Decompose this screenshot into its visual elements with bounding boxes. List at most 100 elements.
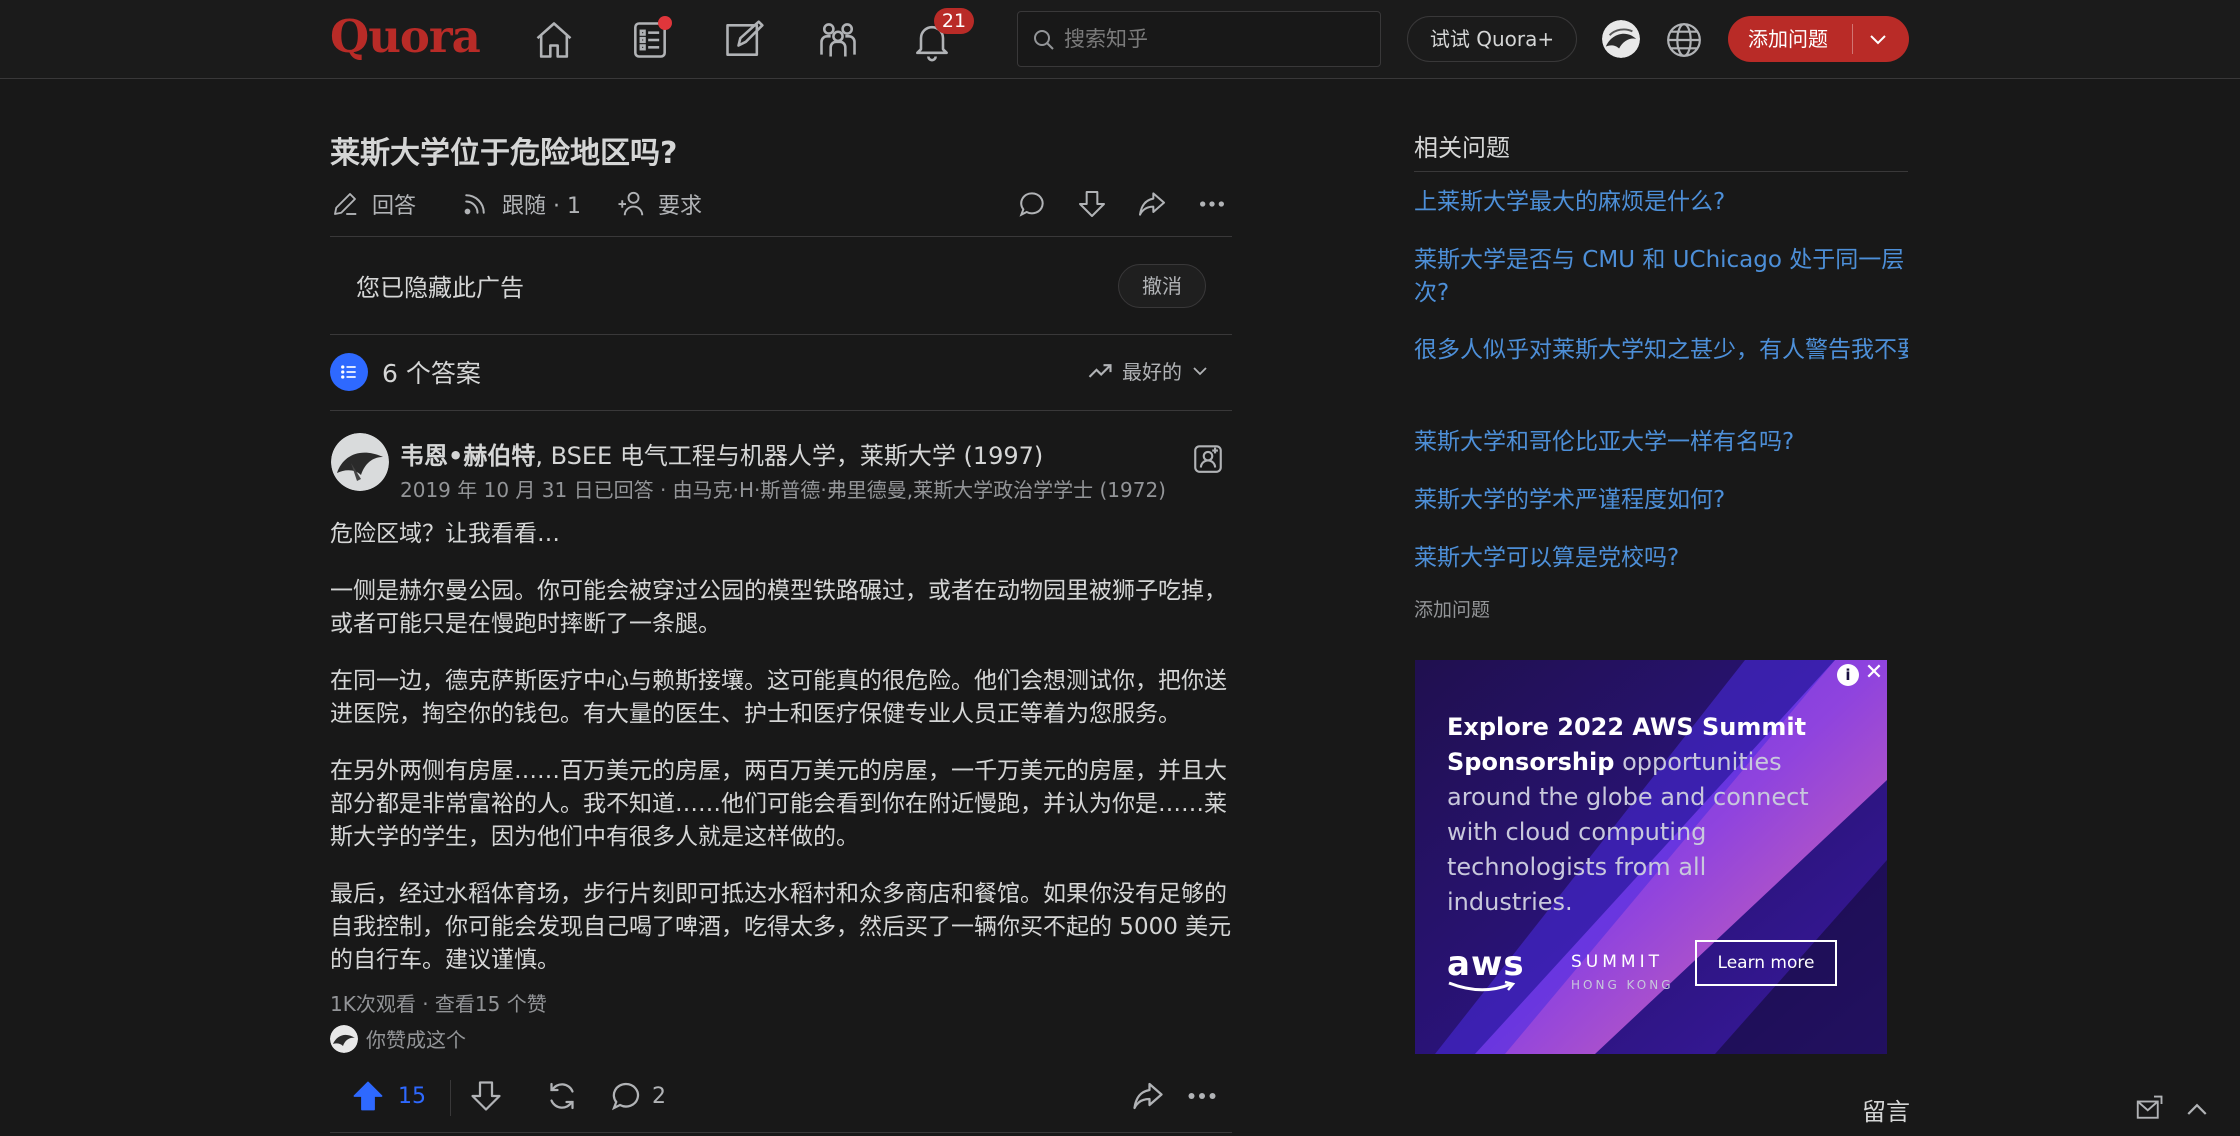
unread-dot <box>658 16 672 30</box>
divider <box>330 236 1232 237</box>
add-question-label: 添加问题 <box>1748 27 1828 51</box>
language-globe-icon[interactable] <box>1664 20 1704 60</box>
search-box[interactable] <box>1017 11 1381 67</box>
comment-icon <box>611 1082 640 1111</box>
follow-label: 跟随 · 1 <box>502 194 581 219</box>
message-label[interactable]: 留言 <box>1862 1092 1910 1127</box>
more-options-icon[interactable] <box>1196 188 1228 220</box>
repost-icon <box>550 1082 574 1110</box>
learn-more-button[interactable]: Learn more <box>1695 940 1837 986</box>
pencil-icon <box>334 193 357 215</box>
quora-logo[interactable]: Quora <box>330 10 481 63</box>
share-icon <box>1133 1082 1163 1110</box>
related-questions-title: 相关问题 <box>1414 134 1510 162</box>
related-question-link[interactable]: 莱斯大学的学术严谨程度如何? <box>1414 484 1908 517</box>
answer-stats[interactable]: 1K次观看 · 查看15 个赞 <box>330 988 547 1017</box>
aws-ad-banner[interactable]: Explore 2022 AWS Summit Sponsorship oppo… <box>1415 660 1887 1054</box>
answer-body: 危险区域？让我看看… 一侧是赫尔曼公园。你可能会被穿过公园的模型铁路碾过，或者在… <box>330 518 1236 1001</box>
list-icon <box>330 353 368 391</box>
upvoted-label: 你赞成这个 <box>366 1028 466 1052</box>
question-actions: 回答 跟随 · 1 要求 <box>330 186 1232 226</box>
aws-summit-logo: aws SUMMIT HONG KONG <box>1447 944 1671 994</box>
answer-paragraph: 最后，经过水稻体育场，步行片刻即可抵达水稻村和众多商店和餐馆。如果你没有足够的自… <box>330 881 1232 973</box>
follow-author-icon[interactable] <box>1191 442 1225 476</box>
ad-hidden-notice: 您已隐藏此广告 <box>356 274 524 302</box>
spaces-icon[interactable] <box>814 16 862 64</box>
home-icon[interactable] <box>530 16 578 64</box>
user-avatar[interactable] <box>1602 20 1640 58</box>
vote-separator <box>450 1080 451 1116</box>
divider <box>330 334 1232 335</box>
comment-count: 2 <box>652 1083 666 1109</box>
divider <box>330 410 1232 411</box>
request-person-icon <box>618 191 644 216</box>
search-icon <box>1034 30 1054 50</box>
follow-button[interactable]: 跟随 · 1 <box>460 186 581 222</box>
answer-icon[interactable] <box>720 16 768 64</box>
answer-vote-bar: 15 2 <box>330 1074 1232 1120</box>
ad-location-text: HONG KONG <box>1571 978 1674 992</box>
ad-headline: Explore 2022 AWS Summit Sponsorship oppo… <box>1447 710 1827 920</box>
downvote-arrow-icon <box>471 1081 501 1111</box>
author-line: 韦恩•赫伯特, BSEE 电气工程与机器人学，莱斯大学 (1997) <box>400 436 1043 471</box>
answer-paragraph: 在同一边，德克萨斯医疗中心与赖斯接壤。这可能真的很危险。他们会想测试你，把你送进… <box>330 668 1227 727</box>
bell-icon[interactable]: 21 <box>908 8 974 64</box>
related-question-link[interactable]: 上莱斯大学最大的麻烦是什么? <box>1414 186 1908 219</box>
button-separator <box>1852 24 1853 54</box>
aws-logo-text: aws <box>1447 944 1525 984</box>
related-question-link[interactable]: 莱斯大学和哥伦比亚大学一样有名吗? <box>1414 426 1908 459</box>
answer-paragraph: 危险区域？让我看看… <box>330 521 560 547</box>
question-title[interactable]: 莱斯大学位于危险地区吗? <box>330 128 677 172</box>
author-name[interactable]: 韦恩•赫伯特 <box>400 442 535 470</box>
search-input[interactable] <box>1064 22 1364 56</box>
sort-label: 最好的 <box>1122 360 1182 384</box>
comments-button[interactable]: 2 <box>608 1078 666 1114</box>
more-options-icon <box>1188 1093 1216 1099</box>
share-button[interactable] <box>1130 1078 1166 1114</box>
more-options-button[interactable] <box>1184 1078 1220 1114</box>
upvote-arrow-icon <box>353 1081 383 1111</box>
trending-icon <box>1088 363 1112 378</box>
answers-count-label: 6 个答案 <box>382 359 481 388</box>
downvote-icon[interactable] <box>1076 188 1108 220</box>
undo-hide-ad-button[interactable]: 撤消 <box>1118 264 1206 308</box>
downvote-button[interactable] <box>468 1078 504 1114</box>
scroll-to-top-icon[interactable] <box>2182 1094 2212 1124</box>
try-quora-plus-button[interactable]: 试试 Quora+ <box>1407 16 1577 62</box>
answer-button[interactable]: 回答 <box>330 186 416 222</box>
related-question-link[interactable]: 很多人似乎对莱斯大学知之甚少，有人警告我不要去一所“没人知道”的大学。赖斯有多出… <box>1414 334 1908 400</box>
message-icon[interactable] <box>2134 1094 2164 1124</box>
ad-info-icon[interactable]: i <box>1837 664 1859 686</box>
upvote-count: 15 <box>398 1083 426 1109</box>
top-nav-bar: Quora 21 试试 Quora+ 添加问题 <box>0 0 2240 79</box>
share-icon[interactable] <box>1136 188 1168 220</box>
answer-paragraph: 一侧是赫尔曼公园。你可能会被穿过公园的模型铁路碾过，或者在动物园里被狮子吃掉，或… <box>330 578 1227 637</box>
sort-dropdown[interactable]: 最好的 <box>1086 356 1212 385</box>
related-question-link[interactable]: 莱斯大学是否与 CMU 和 UChicago 处于同一层次? <box>1414 244 1908 310</box>
answer-paragraph: 在另外两侧有房屋……百万美元的房屋，两百万美元的房屋，一千万美元的房屋，并且大部… <box>330 758 1227 850</box>
chevron-down-icon <box>1193 366 1207 375</box>
notification-count-badge: 21 <box>934 8 974 34</box>
answers-count: 6 个答案 <box>330 352 481 392</box>
chevron-down-icon[interactable] <box>1866 27 1890 51</box>
add-question-button[interactable]: 添加问题 <box>1728 16 1909 62</box>
rss-icon <box>464 194 485 215</box>
request-button[interactable]: 要求 <box>616 186 702 222</box>
upvoted-by-you: 你赞成这个 <box>330 1024 466 1053</box>
add-question-link[interactable]: 添加问题 <box>1414 595 1490 622</box>
author-avatar[interactable] <box>331 433 389 491</box>
ad-summit-text: SUMMIT <box>1571 952 1663 972</box>
answer-meta: 2019 年 10 月 31 日已回答 · 由马克·H·斯普德·弗里德曼,莱斯大… <box>400 478 1166 502</box>
answer-label: 回答 <box>372 194 417 219</box>
share-repost-button[interactable] <box>544 1078 580 1114</box>
divider <box>330 1132 1232 1133</box>
ad-close-icon[interactable]: ✕ <box>1863 662 1885 684</box>
mini-avatar <box>330 1024 358 1053</box>
upvote-button[interactable]: 15 <box>350 1078 426 1114</box>
request-label: 要求 <box>658 194 703 219</box>
comment-icon[interactable] <box>1016 188 1048 220</box>
following-icon[interactable] <box>626 16 674 64</box>
related-question-link[interactable]: 莱斯大学可以算是党校吗? <box>1414 542 1908 575</box>
divider <box>1414 171 1908 172</box>
author-credential: , BSEE 电气工程与机器人学，莱斯大学 (1997) <box>535 442 1044 470</box>
